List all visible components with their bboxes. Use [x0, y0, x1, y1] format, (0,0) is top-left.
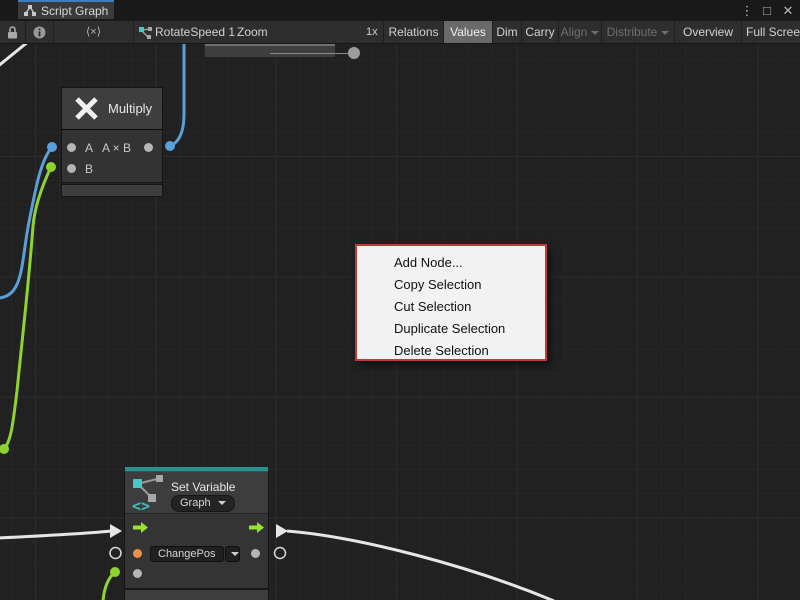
menu-item-cut-selection[interactable]: Cut Selection: [357, 296, 545, 318]
tab-script-graph[interactable]: Script Graph: [18, 0, 114, 19]
relations-button[interactable]: Relations: [383, 21, 443, 43]
multiply-node-footer: [62, 185, 162, 196]
window-close-icon[interactable]: ✕: [779, 0, 797, 21]
multiply-port-a-label: A: [85, 141, 93, 155]
multiply-node-title: Multiply: [108, 101, 152, 116]
set-variable-node-footer: [125, 590, 268, 600]
graph-icon: [24, 5, 36, 16]
multiply-port-a-dot[interactable]: [67, 143, 76, 152]
multiply-icon: [73, 95, 100, 122]
set-variable-scope-dropdown[interactable]: Graph: [171, 495, 235, 512]
menu-item-delete-selection[interactable]: Delete Selection: [357, 340, 545, 362]
variable-name-dropdown[interactable]: ChangePos: [150, 546, 224, 562]
chevron-down-icon: [661, 31, 669, 35]
tab-title: Script Graph: [41, 4, 108, 18]
variable-name-label: ChangePos: [158, 548, 216, 560]
multiply-port-axb-label: A × B: [102, 141, 131, 155]
menu-item-add-node[interactable]: Add Node...: [357, 252, 545, 274]
graph-breadcrumb[interactable]: RotateSpeed 1: [155, 21, 237, 43]
multiply-node-body[interactable]: A A × B B: [62, 130, 162, 182]
window-menu-icon[interactable]: ⋮: [738, 0, 756, 21]
menu-item-copy-selection[interactable]: Copy Selection: [357, 274, 545, 296]
svg-text:<>: <>: [132, 497, 150, 513]
set-variable-value-port[interactable]: [133, 549, 142, 558]
chevron-down-icon: [231, 552, 239, 556]
multiply-node-header[interactable]: Multiply: [62, 88, 162, 129]
tab-bar: Script Graph ⋮ □ ✕: [0, 0, 800, 21]
overview-button[interactable]: Overview: [674, 21, 741, 43]
multiply-port-b-dot[interactable]: [67, 164, 76, 173]
lock-button[interactable]: [0, 21, 26, 43]
chevron-down-icon: [591, 31, 599, 35]
set-variable-node-title: Set Variable: [171, 480, 235, 494]
distribute-button[interactable]: Distribute: [601, 21, 674, 43]
flow-out-arrow-icon[interactable]: [249, 522, 264, 533]
zoom-level: 1x: [366, 21, 383, 43]
full-screen-button[interactable]: Full Screen: [741, 21, 800, 43]
align-button[interactable]: Align: [558, 21, 601, 43]
partial-node[interactable]: [205, 44, 335, 57]
set-variable-out-port[interactable]: [251, 549, 260, 558]
zoom-slider-track[interactable]: [270, 53, 356, 54]
values-button[interactable]: Values: [443, 21, 492, 43]
carry-button[interactable]: Carry: [521, 21, 558, 43]
graph-pointer-icon: [139, 27, 152, 39]
graph-toolbar: ⟨×⟩ RotateSpeed 1 Zoom 1x Relations Valu…: [0, 21, 800, 44]
set-variable-node-body[interactable]: ChangePos: [125, 514, 268, 588]
zoom-slider-handle[interactable]: [348, 47, 360, 59]
set-variable-extra-port[interactable]: [133, 569, 142, 578]
edit-graph-button[interactable]: ⟨×⟩: [54, 21, 134, 43]
variable-name-caret-button[interactable]: [225, 546, 240, 562]
lock-icon: [7, 26, 18, 39]
flow-in-arrow-icon[interactable]: [133, 522, 148, 533]
context-menu: Add Node... Copy Selection Cut Selection…: [355, 244, 547, 361]
multiply-port-out-dot[interactable]: [144, 143, 153, 152]
multiply-port-b-label: B: [85, 162, 93, 176]
menu-item-duplicate-selection[interactable]: Duplicate Selection: [357, 318, 545, 340]
set-variable-node-header[interactable]: <> Set Variable Graph: [125, 472, 268, 514]
dim-button[interactable]: Dim: [492, 21, 521, 43]
set-variable-icon: <>: [131, 475, 167, 513]
script-graph-window: Multiply A A × B B <> Set Variable Graph: [0, 0, 800, 600]
zoom-label: Zoom: [237, 21, 269, 43]
info-icon: [33, 26, 46, 39]
set-variable-scope-label: Graph: [180, 497, 211, 509]
window-maximize-icon[interactable]: □: [758, 0, 776, 21]
chevron-down-icon: [218, 501, 226, 505]
info-button[interactable]: [26, 21, 54, 43]
